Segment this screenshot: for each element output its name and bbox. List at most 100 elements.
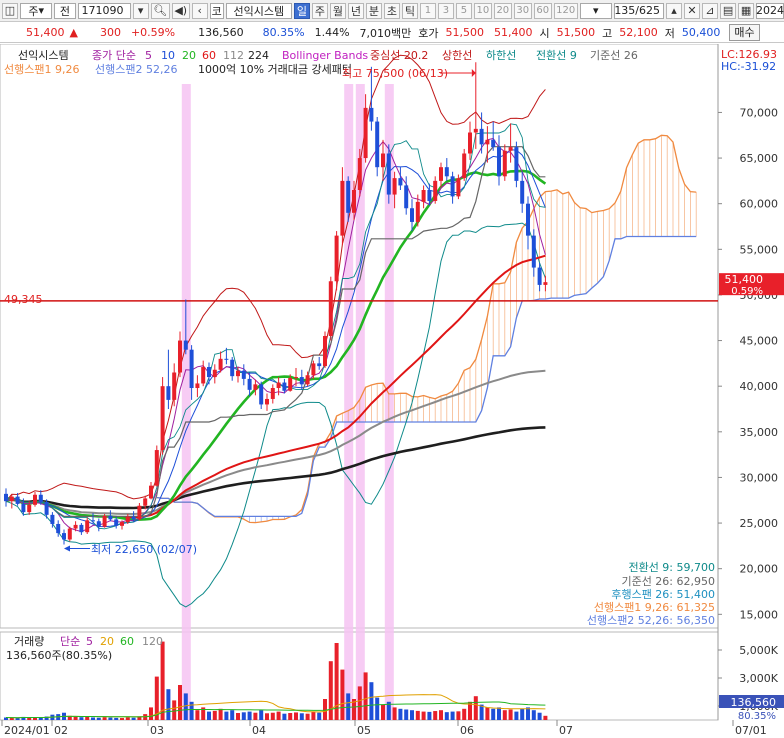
volume-value: 136,560 [198, 26, 244, 39]
ichimoku-value-lead1: 선행스팬1 9,26: 61,325 [594, 601, 715, 614]
price-axis-label: 70,000 [740, 106, 779, 119]
volume-bar [288, 713, 293, 720]
candle-body [56, 523, 61, 534]
high-marker-arrow [471, 69, 476, 77]
ma224-line [5, 426, 546, 510]
candle-body [526, 203, 530, 236]
candle-body [91, 520, 95, 522]
candle-body [137, 505, 142, 520]
interval-5[interactable]: 5 [455, 2, 472, 19]
candle-body [154, 450, 159, 486]
volume-bar [282, 713, 287, 720]
candle-body [502, 150, 507, 177]
price-axis-label: 55,000 [740, 243, 779, 256]
chart-type-icon[interactable]: ⊿ [702, 2, 719, 19]
hoga-label: 호가 [418, 26, 439, 40]
candle-body [212, 369, 217, 378]
volume-bar [427, 711, 432, 720]
candle-body [247, 378, 252, 390]
candle-body [468, 132, 472, 154]
scroll-left-icon[interactable]: ‹ [191, 2, 208, 19]
candle-body [230, 359, 235, 377]
up-arrow-icon: ▲ [69, 26, 78, 39]
hoga-ask: 51,500 [445, 26, 485, 39]
volume-bar [270, 712, 275, 720]
scroll-up-icon[interactable]: ▴ [666, 2, 683, 19]
candle-body [282, 382, 287, 391]
pattern-legend: 1000억 10% 거래대금 강세패턴 [198, 63, 352, 76]
price-chart[interactable]: 70,00065,00060,00055,00050,00045,00040,0… [0, 44, 784, 738]
period-second[interactable]: 초 [383, 2, 400, 19]
candle-body [218, 358, 223, 370]
candle-body [108, 515, 113, 520]
interval-20[interactable]: 20 [493, 2, 512, 19]
interval-30[interactable]: 30 [513, 2, 532, 19]
code-input[interactable]: 171090 [77, 2, 131, 19]
volume-bar [537, 712, 542, 720]
prev-button[interactable]: 전 [54, 2, 76, 19]
type-select[interactable]: 주 ▾ [20, 2, 53, 19]
volume-bar [508, 709, 513, 720]
candle-body [15, 496, 20, 504]
volume-bar [369, 682, 374, 720]
volume-bar [207, 711, 211, 720]
period-day[interactable]: 일 [293, 2, 310, 19]
x-axis-label: 02 [54, 724, 68, 737]
candle-body [276, 382, 281, 389]
save-icon[interactable]: ▤ [720, 2, 737, 19]
x-axis-label: 04 [252, 724, 266, 737]
candle-body [398, 178, 403, 186]
dropdown-icon[interactable]: ▾ [132, 2, 149, 19]
price-axis-label: 25,000 [740, 517, 779, 530]
high-value: 52,100 [619, 26, 658, 39]
price-axis-label: 30,000 [740, 471, 779, 484]
candle-body [381, 153, 385, 168]
volume-bar [241, 712, 246, 720]
stock-name: 선익시스템 [225, 2, 292, 19]
ichimoku-value-lead2: 선행스팬2 52,26: 56,350 [587, 614, 715, 627]
volume-bar [247, 711, 252, 720]
candle-body [62, 533, 66, 540]
interval-60[interactable]: 60 [533, 2, 552, 19]
period-month[interactable]: 월 [329, 2, 346, 19]
volume-bar [421, 711, 426, 720]
candle-body [491, 139, 496, 148]
candle-body [479, 128, 484, 145]
menu-icon[interactable]: ◫ [2, 2, 18, 19]
volume-current: 136,560주(80.35%) [6, 649, 112, 662]
high-label: 고 [602, 26, 613, 40]
interval-select[interactable]: ▾ [579, 2, 613, 19]
period-year[interactable]: 년 [347, 2, 364, 19]
interval-3[interactable]: 3 [437, 2, 454, 19]
hoga-bid: 51,400 [494, 26, 533, 39]
kijun-legend: 기준선 26 [590, 49, 638, 62]
search-icon[interactable]: 🔍︎ [150, 2, 170, 19]
candle-body [288, 377, 293, 391]
volume-bar [520, 708, 525, 720]
speaker-icon[interactable]: ◀) [171, 2, 190, 19]
candle-body [50, 514, 55, 524]
volume-bar [328, 661, 333, 720]
volume-bar [166, 689, 171, 720]
period-tick[interactable]: 틱 [401, 2, 418, 19]
volume-bar [375, 697, 380, 720]
volume-axis-label: 5,000K [739, 644, 778, 657]
candle-body [311, 363, 316, 376]
interval-10[interactable]: 10 [473, 2, 492, 19]
volume-bar [102, 717, 107, 720]
candle-body [439, 167, 443, 181]
volume-bar [543, 715, 548, 720]
ma-legend-10: 10 [161, 49, 175, 62]
open-label: 시 [539, 26, 550, 40]
candle-body [421, 190, 426, 202]
grid-icon[interactable]: ▦ [738, 2, 755, 19]
period-minute[interactable]: 분 [365, 2, 382, 19]
buy-button[interactable]: 매수 [729, 24, 760, 41]
price-axis-label: 65,000 [740, 152, 779, 165]
period-week[interactable]: 주 [311, 2, 328, 19]
price-axis-label: 20,000 [740, 563, 779, 576]
volume-bar [357, 686, 362, 720]
interval-1[interactable]: 1 [419, 2, 436, 19]
interval-120[interactable]: 120 [553, 2, 578, 19]
settings-x-icon[interactable]: ✕ [684, 2, 701, 19]
